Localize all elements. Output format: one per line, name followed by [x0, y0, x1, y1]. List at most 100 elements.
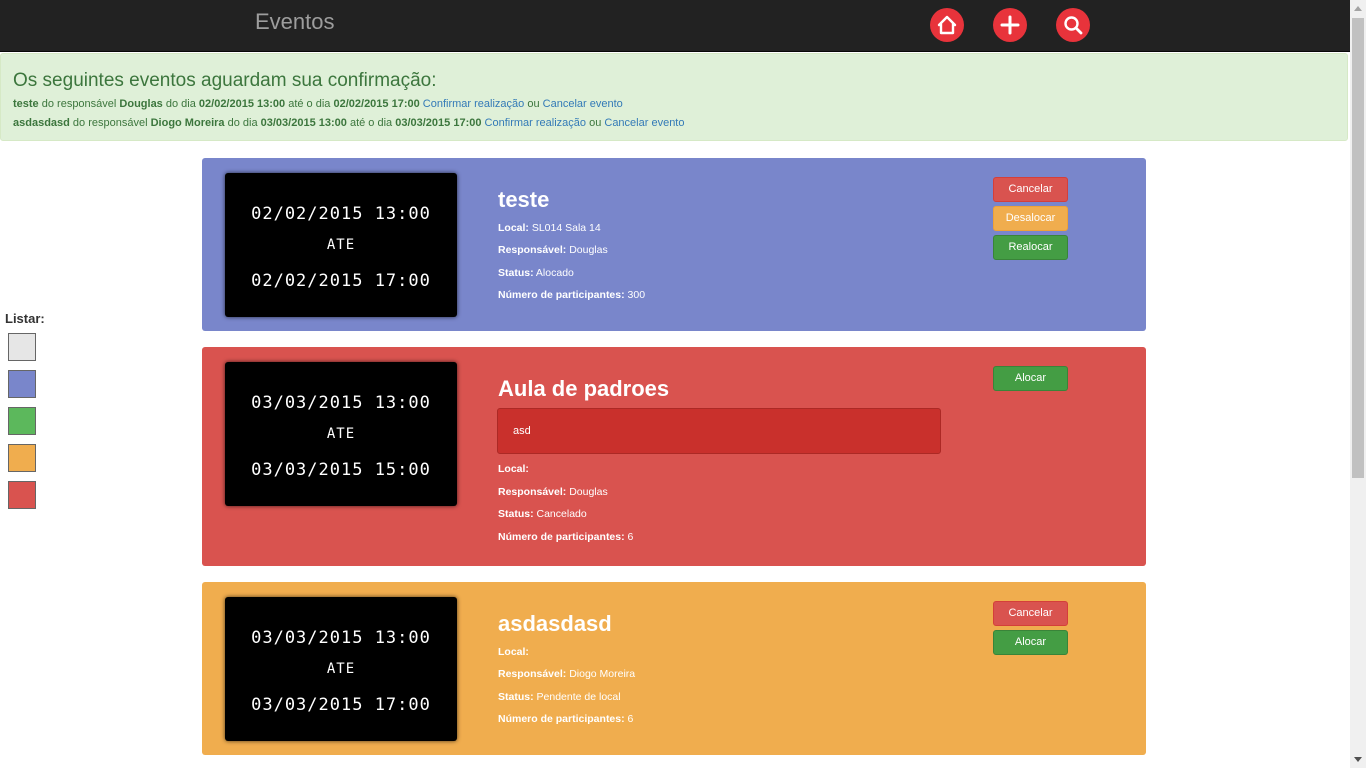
status-label: Status: [498, 267, 534, 279]
confirm-link[interactable]: Confirmar realização [423, 98, 524, 110]
start-datetime: 03/03/2015 13:00 [251, 393, 431, 413]
start-datetime: 03/03/2015 13:00 [251, 628, 431, 648]
navbar: Eventos [0, 0, 1350, 52]
event-title: teste [498, 187, 550, 212]
alert-text: ou [586, 117, 605, 129]
event-card: 02/02/2015 13:00 ATE 02/02/2015 17:00 te… [202, 158, 1146, 331]
event-local: Local: [498, 646, 529, 658]
participants-value: 300 [624, 289, 646, 301]
responsible-value: Diogo Moreira [566, 668, 636, 680]
event-local: Local: [498, 463, 529, 475]
local-label: Local: [498, 463, 529, 475]
home-button[interactable] [930, 8, 964, 42]
time-separator: ATE [326, 426, 356, 442]
participants-label: Número de participantes: [498, 531, 625, 543]
participants-label: Número de participantes: [498, 289, 625, 301]
plus-icon [1000, 15, 1020, 35]
pending-event-line: teste do responsável Douglas do dia 02/0… [13, 98, 623, 110]
alert-text: do responsável [69, 117, 151, 129]
pending-event-line: asdasdasd do responsável Diogo Moreira d… [13, 117, 684, 129]
start-datetime: 02/02/2015 13:00 [251, 204, 431, 224]
event-responsible: Responsável: Diogo Moreira [498, 668, 635, 680]
responsible-label: Responsável: [498, 486, 567, 498]
reallocate-button[interactable]: Realocar [993, 235, 1068, 260]
event-time-display: 02/02/2015 13:00 ATE 02/02/2015 17:00 [225, 173, 457, 317]
alert-text: do dia [224, 117, 261, 129]
responsible-name: Douglas [119, 98, 163, 110]
event-card: 03/03/2015 13:00 ATE 03/03/2015 15:00 Au… [202, 347, 1146, 566]
local-value: SL014 Sala 14 [528, 222, 601, 234]
filter-swatch-gray[interactable] [8, 333, 36, 361]
status-value: Pendente de local [533, 691, 621, 703]
end-date: 03/03/2015 17:00 [395, 117, 482, 129]
deallocate-button[interactable]: Desalocar [993, 206, 1068, 231]
status-label: Status: [498, 508, 534, 520]
alert-title: Os seguintes eventos aguardam sua confir… [13, 70, 437, 91]
event-participants: Número de participantes: 6 [498, 713, 633, 725]
event-name: asdasdasd [13, 117, 70, 129]
responsible-value: Douglas [566, 244, 608, 256]
filter-swatch-orange[interactable] [8, 444, 36, 472]
scroll-down-arrow-icon[interactable] [1350, 751, 1366, 768]
event-responsible: Responsável: Douglas [498, 244, 608, 256]
status-value: Alocado [533, 267, 574, 279]
responsible-value: Douglas [566, 486, 608, 498]
cancel-button[interactable]: Cancelar [993, 601, 1068, 626]
event-responsible: Responsável: Douglas [498, 486, 608, 498]
brand-title[interactable]: Eventos [255, 9, 335, 35]
filter-swatch-red[interactable] [8, 481, 36, 509]
alert-text: até o dia [285, 98, 334, 110]
status-label: Status: [498, 691, 534, 703]
event-title: Aula de padroes [498, 376, 670, 401]
alert-text: até o dia [346, 117, 396, 129]
end-datetime: 03/03/2015 17:00 [251, 695, 431, 715]
end-date: 02/02/2015 17:00 [333, 98, 420, 110]
event-name: teste [13, 98, 39, 110]
time-separator: ATE [326, 237, 356, 253]
event-card: 03/03/2015 13:00 ATE 03/03/2015 17:00 as… [202, 582, 1146, 755]
vertical-scrollbar[interactable] [1350, 0, 1366, 768]
participants-value: 6 [624, 713, 634, 725]
event-time-display: 03/03/2015 13:00 ATE 03/03/2015 17:00 [225, 597, 457, 741]
start-date: 02/02/2015 13:00 [198, 98, 286, 110]
allocate-button[interactable]: Alocar [993, 366, 1068, 391]
pending-confirmation-alert: Os seguintes eventos aguardam sua confir… [0, 53, 1348, 141]
event-time-display: 03/03/2015 13:00 ATE 03/03/2015 15:00 [225, 362, 457, 506]
event-status: Status: Alocado [498, 267, 574, 279]
confirm-link[interactable]: Confirmar realização [485, 117, 586, 129]
event-status: Status: Pendente de local [498, 691, 621, 703]
end-datetime: 02/02/2015 17:00 [251, 271, 431, 291]
responsible-name: Diogo Moreira [150, 117, 225, 129]
search-button[interactable] [1056, 8, 1090, 42]
alert-text: ou [524, 98, 543, 110]
cancel-reason-text: asd [513, 425, 531, 437]
home-icon [937, 15, 957, 35]
cancel-reason-box: asd [497, 408, 941, 454]
search-icon [1064, 16, 1083, 35]
legend-label: Listar: [5, 311, 45, 326]
event-participants: Número de participantes: 6 [498, 531, 633, 543]
responsible-label: Responsável: [498, 668, 567, 680]
event-title: asdasdasd [498, 611, 612, 636]
filter-swatch-green[interactable] [8, 407, 36, 435]
scroll-up-arrow-icon[interactable] [1350, 0, 1366, 17]
filter-swatch-blue[interactable] [8, 370, 36, 398]
alert-text: do responsável [38, 98, 120, 110]
end-datetime: 03/03/2015 15:00 [251, 460, 431, 480]
cancel-event-link[interactable]: Cancelar evento [543, 98, 623, 110]
add-event-button[interactable] [993, 8, 1027, 42]
time-separator: ATE [326, 661, 356, 677]
scroll-thumb[interactable] [1352, 18, 1364, 478]
start-date: 03/03/2015 13:00 [260, 117, 347, 129]
participants-value: 6 [624, 531, 634, 543]
status-value: Cancelado [533, 508, 587, 520]
alert-text: do dia [162, 98, 199, 110]
event-local: Local: SL014 Sala 14 [498, 222, 601, 234]
allocate-button[interactable]: Alocar [993, 630, 1068, 655]
cancel-event-link[interactable]: Cancelar evento [604, 117, 684, 129]
local-label: Local: [498, 646, 529, 658]
cancel-button[interactable]: Cancelar [993, 177, 1068, 202]
event-participants: Número de participantes: 300 [498, 289, 645, 301]
responsible-label: Responsável: [498, 244, 567, 256]
event-status: Status: Cancelado [498, 508, 587, 520]
